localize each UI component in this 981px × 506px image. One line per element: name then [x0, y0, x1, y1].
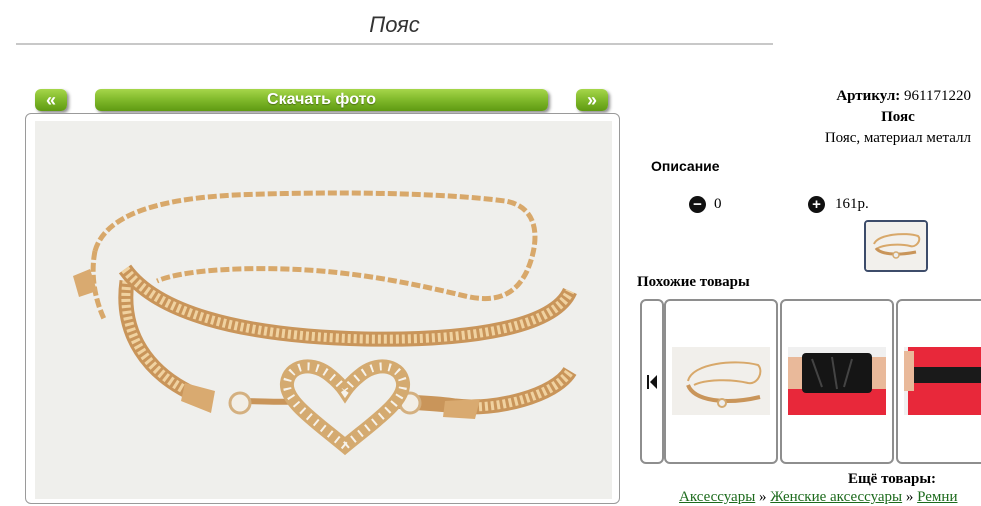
photo-thumbnail[interactable] — [864, 220, 928, 272]
plus-circle-icon[interactable]: + — [808, 196, 825, 213]
description-link[interactable]: Описание — [651, 158, 720, 174]
gold-chain-belt-image — [672, 347, 770, 415]
minus-circle-icon[interactable]: − — [689, 196, 706, 213]
product-photo[interactable] — [35, 121, 612, 499]
breadcrumb-accessories[interactable]: Аксессуары — [679, 489, 755, 505]
belt-image — [73, 190, 577, 456]
breadcrumb-separator: » — [755, 489, 771, 505]
article-number: 961171220 — [904, 88, 971, 104]
product-name: Пояс — [881, 109, 915, 125]
product-price: 161р. — [835, 196, 869, 212]
breadcrumb-belts[interactable]: Ремни — [917, 489, 957, 505]
belt-thumbnail-image — [866, 222, 926, 270]
black-belt-red-dress-image — [904, 347, 981, 415]
breadcrumb: Аксессуары » Женские аксессуары » Ремни — [679, 489, 957, 506]
similar-item-card[interactable] — [664, 299, 778, 464]
similar-item-card[interactable] — [780, 299, 894, 464]
quantity-value: 0 — [714, 196, 722, 212]
article-label: Артикул: — [836, 88, 901, 104]
more-products-label: Ещё товары: — [848, 471, 937, 487]
black-corset-belt-image — [788, 347, 886, 415]
product-description-short: Пояс, материал металл — [824, 130, 971, 146]
product-info: Артикул: 961171220 Пояс Пояс, материал м… — [825, 86, 971, 149]
similar-item-card[interactable] — [896, 299, 981, 464]
page-title: Пояс — [369, 12, 420, 37]
skip-first-icon — [647, 375, 657, 389]
download-photo-button[interactable]: Скачать фото — [95, 89, 548, 111]
title-divider — [16, 43, 773, 45]
breadcrumb-separator: » — [902, 489, 918, 505]
next-photo-button[interactable]: » — [576, 89, 608, 111]
product-photo-frame — [25, 113, 620, 504]
similar-products-label: Похожие товары — [637, 274, 750, 290]
prev-photo-button[interactable]: « — [35, 89, 67, 111]
carousel-first-button[interactable] — [640, 299, 664, 464]
breadcrumb-womens-accessories[interactable]: Женские аксессуары — [770, 489, 902, 505]
